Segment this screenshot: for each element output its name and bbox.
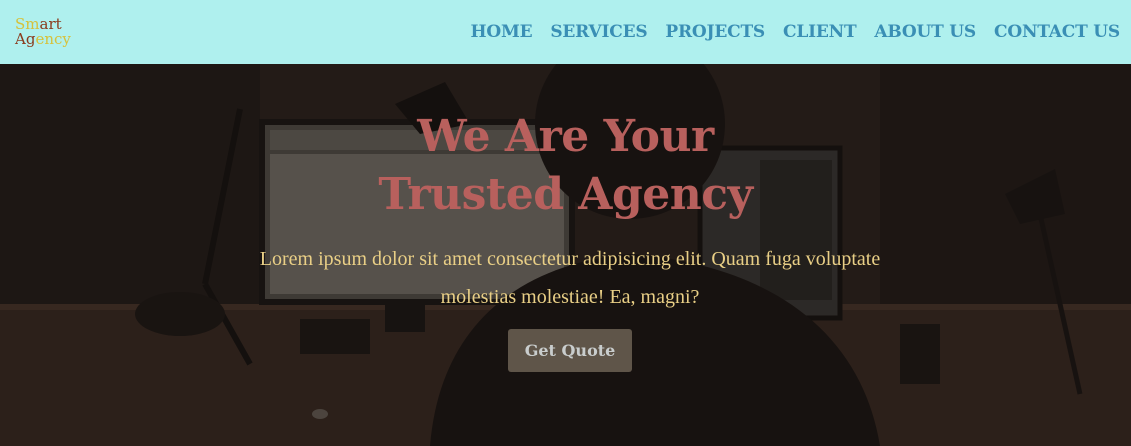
hero-title: We Are Your Trusted Agency (0, 108, 1131, 224)
hero-title-line: Trusted Agency (378, 169, 753, 220)
get-quote-button[interactable]: Get Quote (508, 329, 632, 372)
hero-title-line: We Are Your (417, 111, 714, 162)
nav-contact-us[interactable]: CONTACT US (994, 22, 1120, 42)
nav-client[interactable]: CLIENT (783, 22, 857, 42)
nav-about-us[interactable]: ABOUT US (874, 22, 976, 42)
nav-home[interactable]: HOME (470, 22, 532, 42)
main-nav: HOME SERVICES PROJECTS CLIENT ABOUT US C… (470, 22, 1120, 42)
hero-subtitle: Lorem ipsum dolor sit amet consectetur a… (259, 248, 881, 308)
nav-services[interactable]: SERVICES (550, 22, 647, 42)
hero-section: We Are Your Trusted Agency Lorem ipsum d… (0, 64, 1131, 446)
logo[interactable]: Smart Agency (15, 17, 71, 47)
site-header: Smart Agency HOME SERVICES PROJECTS CLIE… (0, 0, 1131, 64)
nav-projects[interactable]: PROJECTS (665, 22, 765, 42)
logo-part: ency (35, 30, 71, 48)
hero-content: We Are Your Trusted Agency Lorem ipsum d… (0, 64, 1131, 446)
logo-part: Ag (15, 30, 36, 48)
